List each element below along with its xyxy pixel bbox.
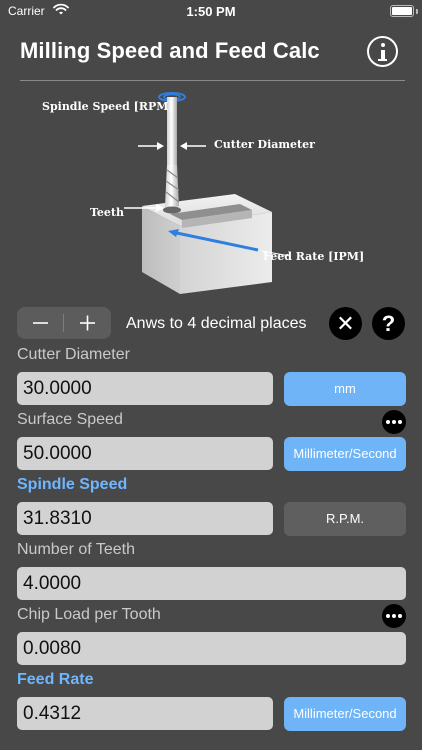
increase-decimals-button[interactable]	[64, 307, 111, 339]
help-button[interactable]: ?	[372, 307, 405, 340]
minus-icon	[33, 322, 48, 324]
battery-icon	[390, 5, 414, 17]
decimal-stepper	[17, 307, 111, 339]
cutter-diameter-label: Cutter Diameter	[214, 138, 315, 151]
spindle-speed-unit-button[interactable]: R.P.M.	[284, 502, 406, 536]
feed-rate-unit-button[interactable]: Millimeter/Second	[284, 697, 406, 731]
surface-speed-field-label: Surface Speed	[17, 411, 123, 428]
clear-button[interactable]: ✕	[329, 307, 362, 340]
milling-diagram: Spindle Speed [RPM] Cutter Diameter Teet…	[30, 86, 390, 305]
chip-load-input[interactable]: 0.0080	[17, 632, 406, 665]
battery-cap	[416, 9, 418, 14]
teeth-label: Teeth	[90, 206, 124, 219]
number-of-teeth-input[interactable]: 4.0000	[17, 567, 406, 600]
decrease-decimals-button[interactable]	[17, 307, 64, 339]
close-icon: ✕	[336, 311, 355, 336]
cutter-diameter-field-label: Cutter Diameter	[17, 346, 130, 363]
cutter-diameter-input[interactable]: 30.0000	[17, 372, 273, 405]
number-of-teeth-field-label: Number of Teeth	[17, 541, 135, 558]
surface-speed-input[interactable]: 50.0000	[17, 437, 273, 470]
chip-load-field-label: Chip Load per Tooth	[17, 606, 161, 623]
info-icon[interactable]	[367, 36, 398, 67]
surface-speed-more-icon[interactable]	[382, 410, 406, 434]
plus-icon	[80, 315, 95, 331]
feed-rate-label: Feed Rate [IPM]	[263, 250, 365, 263]
question-icon: ?	[381, 311, 396, 336]
decimal-places-label: Anws to 4 decimal places	[126, 315, 307, 332]
surface-speed-unit-button[interactable]: Millimeter/Second	[284, 437, 406, 471]
feed-rate-field-label: Feed Rate	[17, 671, 94, 688]
feed-rate-input[interactable]: 0.4312	[17, 697, 273, 730]
title-divider	[20, 80, 405, 81]
clock: 1:50 PM	[186, 4, 236, 19]
page-title: Milling Speed and Feed Calc	[20, 38, 320, 63]
spindle-speed-field-label: Spindle Speed	[17, 476, 128, 493]
chip-load-more-icon[interactable]	[382, 604, 406, 628]
spindle-speed-label: Spindle Speed [RPM]	[42, 100, 174, 113]
status-bar: Carrier 1:50 PM	[0, 0, 422, 24]
milling-diagram-illustration	[124, 92, 291, 294]
spindle-speed-input[interactable]: 31.8310	[17, 502, 273, 535]
cutter-diameter-unit-button[interactable]: mm	[284, 372, 406, 406]
